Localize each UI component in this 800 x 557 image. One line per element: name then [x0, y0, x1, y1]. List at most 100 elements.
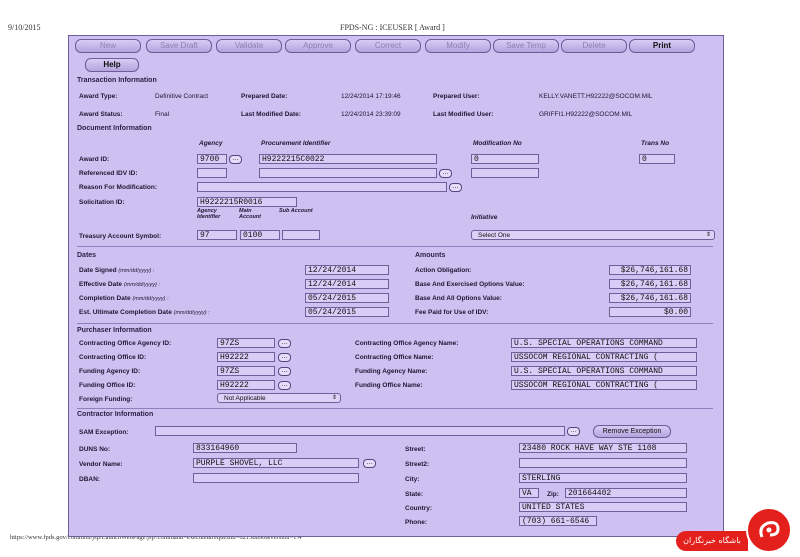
reason-lookup-button[interactable]: …: [449, 183, 462, 192]
modify-button[interactable]: Modify: [425, 39, 491, 53]
effective-date-label-text: Effective Date: [79, 281, 122, 288]
funding-office-name-label: Funding Office Name:: [355, 382, 423, 389]
new-button[interactable]: New: [75, 39, 141, 53]
ref-idv-lookup-button[interactable]: …: [439, 169, 452, 178]
co-agency-id-field[interactable]: 97ZS: [217, 338, 275, 348]
fee-paid-field[interactable]: $0.00: [609, 307, 691, 317]
date-signed-label-text: Date Signed: [79, 267, 117, 274]
reason-modification-field[interactable]: [197, 182, 447, 192]
zip-field[interactable]: 201664402: [565, 488, 687, 498]
co-agency-name-field[interactable]: U.S. SPECIAL OPERATIONS COMMAND: [511, 338, 697, 348]
contractor-section-title: Contractor Information: [77, 411, 154, 418]
date-signed-field[interactable]: 12/24/2014: [305, 265, 389, 275]
correct-button[interactable]: Correct: [355, 39, 421, 53]
tas-sub-field[interactable]: [282, 230, 320, 240]
funding-office-name-field[interactable]: USSOCOM REGIONAL CONTRACTING (: [511, 380, 697, 390]
street2-label: Street2:: [405, 461, 430, 468]
initiative-label: Initiative: [471, 214, 498, 221]
modification-column-label: Modification No: [473, 140, 522, 147]
trans-no-field[interactable]: 0: [639, 154, 675, 164]
agency-lookup-button[interactable]: …: [229, 155, 242, 164]
base-exercised-field[interactable]: $26,746,161.68: [609, 279, 691, 289]
initiative-select[interactable]: Select One ⇕: [471, 230, 715, 240]
save-draft-button[interactable]: Save Draft: [146, 39, 212, 53]
phone-label: Phone:: [405, 519, 428, 526]
co-id-lookup-button[interactable]: …: [278, 353, 291, 362]
dban-field[interactable]: [193, 473, 359, 483]
effective-date-field[interactable]: 12/24/2014: [305, 279, 389, 289]
completion-date-field[interactable]: 05/24/2015: [305, 293, 389, 303]
completion-date-label: Completion Date (mm/dd/yyyy) :: [79, 295, 169, 302]
vendor-lookup-button[interactable]: …: [363, 459, 376, 468]
date-format-hint: (mm/dd/yyyy) :: [123, 282, 160, 288]
action-obligation-field[interactable]: $26,746,161.68: [609, 265, 691, 275]
action-obligation-label: Action Obligation:: [415, 267, 472, 274]
ref-idv-modification-field[interactable]: [471, 168, 539, 178]
base-all-options-field[interactable]: $26,746,161.68: [609, 293, 691, 303]
dates-section-title: Dates: [77, 252, 97, 259]
date-format-hint: (mm/dd/yyyy) :: [118, 268, 155, 274]
transaction-section-title: Transaction Information: [77, 77, 157, 84]
award-form-panel: New Save Draft Validate Approve Correct …: [68, 35, 724, 537]
funding-office-id-label: Funding Office ID:: [79, 382, 136, 389]
ref-idv-label: Referenced IDV ID:: [79, 170, 138, 177]
country-label: Country:: [405, 505, 433, 512]
street-field[interactable]: 23480 ROCK HAVE WAY STE 1108: [519, 443, 687, 453]
agency-column-label: Agency: [199, 140, 223, 147]
help-button[interactable]: Help: [85, 58, 139, 72]
ult-completion-date-field[interactable]: 05/24/2015: [305, 307, 389, 317]
co-name-label: Contracting Office Name:: [355, 354, 434, 361]
base-all-options-label: Base And All Options Value:: [415, 295, 502, 302]
funding-office-id-lookup-button[interactable]: …: [278, 381, 291, 390]
agency-field[interactable]: 9700: [197, 154, 227, 164]
co-name-field[interactable]: USSOCOM REGIONAL CONTRACTING (: [511, 352, 697, 362]
approve-button[interactable]: Approve: [285, 39, 351, 53]
funding-office-id-field[interactable]: H92222: [217, 380, 275, 390]
tas-main-field[interactable]: 0100: [240, 230, 280, 240]
remove-exception-button[interactable]: Remove Exception: [593, 425, 671, 438]
vendor-name-label: Vendor Name:: [79, 461, 123, 468]
save-temp-button[interactable]: Save Temp: [493, 39, 559, 53]
procurement-id-field[interactable]: H9222215C0022: [259, 154, 437, 164]
base-exercised-label: Base And Exercised Options Value:: [415, 281, 525, 288]
funding-agency-id-field[interactable]: 97ZS: [217, 366, 275, 376]
print-button[interactable]: Print: [629, 39, 695, 53]
solicitation-id-field[interactable]: H9222215R0016: [197, 197, 297, 207]
state-label: State:: [405, 491, 424, 498]
funding-agency-id-lookup-button[interactable]: …: [278, 367, 291, 376]
co-agency-id-lookup-button[interactable]: …: [278, 339, 291, 348]
state-field[interactable]: VA: [519, 488, 539, 498]
sam-exception-lookup-button[interactable]: …: [567, 427, 580, 436]
delete-button[interactable]: Delete: [561, 39, 627, 53]
trans-column-label: Trans No: [641, 140, 670, 147]
ult-completion-date-label-text: Est. Ultimate Completion Date: [79, 309, 172, 316]
divider: [77, 408, 713, 409]
funding-agency-name-field[interactable]: U.S. SPECIAL OPERATIONS COMMAND: [511, 366, 697, 376]
divider: [77, 323, 713, 324]
tas-main-account-label: Main Account: [239, 208, 261, 220]
duns-field[interactable]: 833164960: [193, 443, 297, 453]
ref-idv-procurement-field[interactable]: [259, 168, 437, 178]
co-id-label: Contracting Office ID:: [79, 354, 147, 361]
reason-modification-label: Reason For Modification:: [79, 184, 157, 191]
award-type-label: Award Type:: [79, 93, 118, 100]
co-id-field[interactable]: H92222: [217, 352, 275, 362]
select-arrows-icon: ⇕: [705, 232, 711, 238]
date-signed-label: Date Signed (mm/dd/yyyy) :: [79, 267, 154, 274]
divider: [77, 246, 713, 247]
ref-idv-agency-field[interactable]: [197, 168, 227, 178]
co-agency-name-label: Contracting Office Agency Name:: [355, 340, 459, 347]
city-label: City:: [405, 476, 420, 483]
validate-button[interactable]: Validate: [216, 39, 282, 53]
last-modified-user-label: Last Modified User:: [433, 111, 494, 118]
tas-agency-field[interactable]: 97: [197, 230, 237, 240]
modification-no-field[interactable]: 0: [471, 154, 539, 164]
country-field[interactable]: UNITED STATES: [519, 502, 687, 512]
duns-label: DUNS No:: [79, 446, 111, 453]
city-field[interactable]: STERLING: [519, 473, 687, 483]
foreign-funding-select[interactable]: Not Applicable ⇕: [217, 393, 341, 403]
vendor-name-field[interactable]: PURPLE SHOVEL, LLC: [193, 458, 359, 468]
phone-field[interactable]: (703) 661-6546: [519, 516, 597, 526]
street2-field[interactable]: [519, 458, 687, 468]
sam-exception-field[interactable]: [155, 426, 565, 436]
